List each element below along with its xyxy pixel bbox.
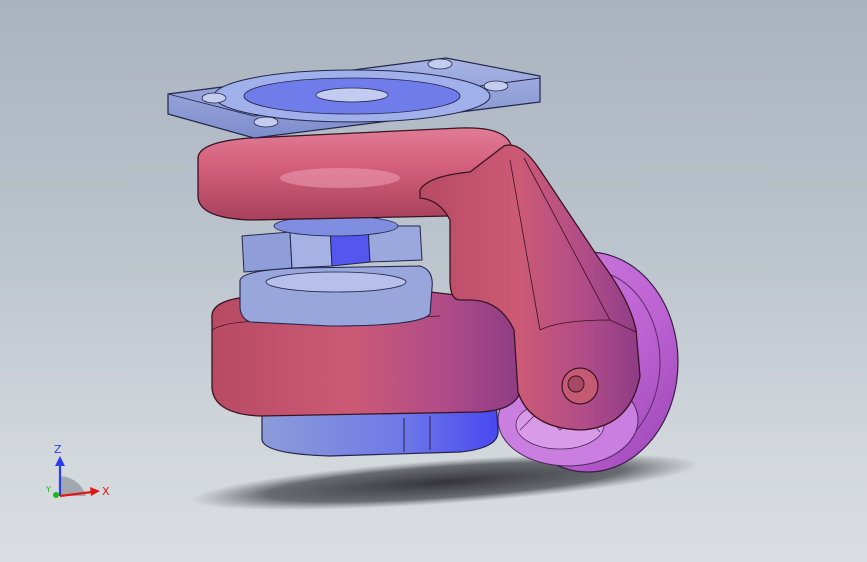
y-axis-label: Y [45, 485, 51, 494]
z-axis-label: Z [54, 443, 62, 456]
axle-bolt[interactable] [561, 367, 599, 405]
x-axis-label: X [102, 485, 110, 498]
x-axis-arrow-icon [90, 487, 100, 496]
z-axis-arrow-icon [55, 456, 65, 466]
mounting-plate[interactable] [167, 57, 541, 139]
orientation-triad: Z X Y [45, 443, 110, 498]
caster-model[interactable] [0, 0, 867, 562]
y-axis-dot-icon [53, 492, 59, 498]
leveling-nut[interactable] [239, 215, 433, 327]
graphics-viewport[interactable]: Z X Y [0, 0, 867, 562]
